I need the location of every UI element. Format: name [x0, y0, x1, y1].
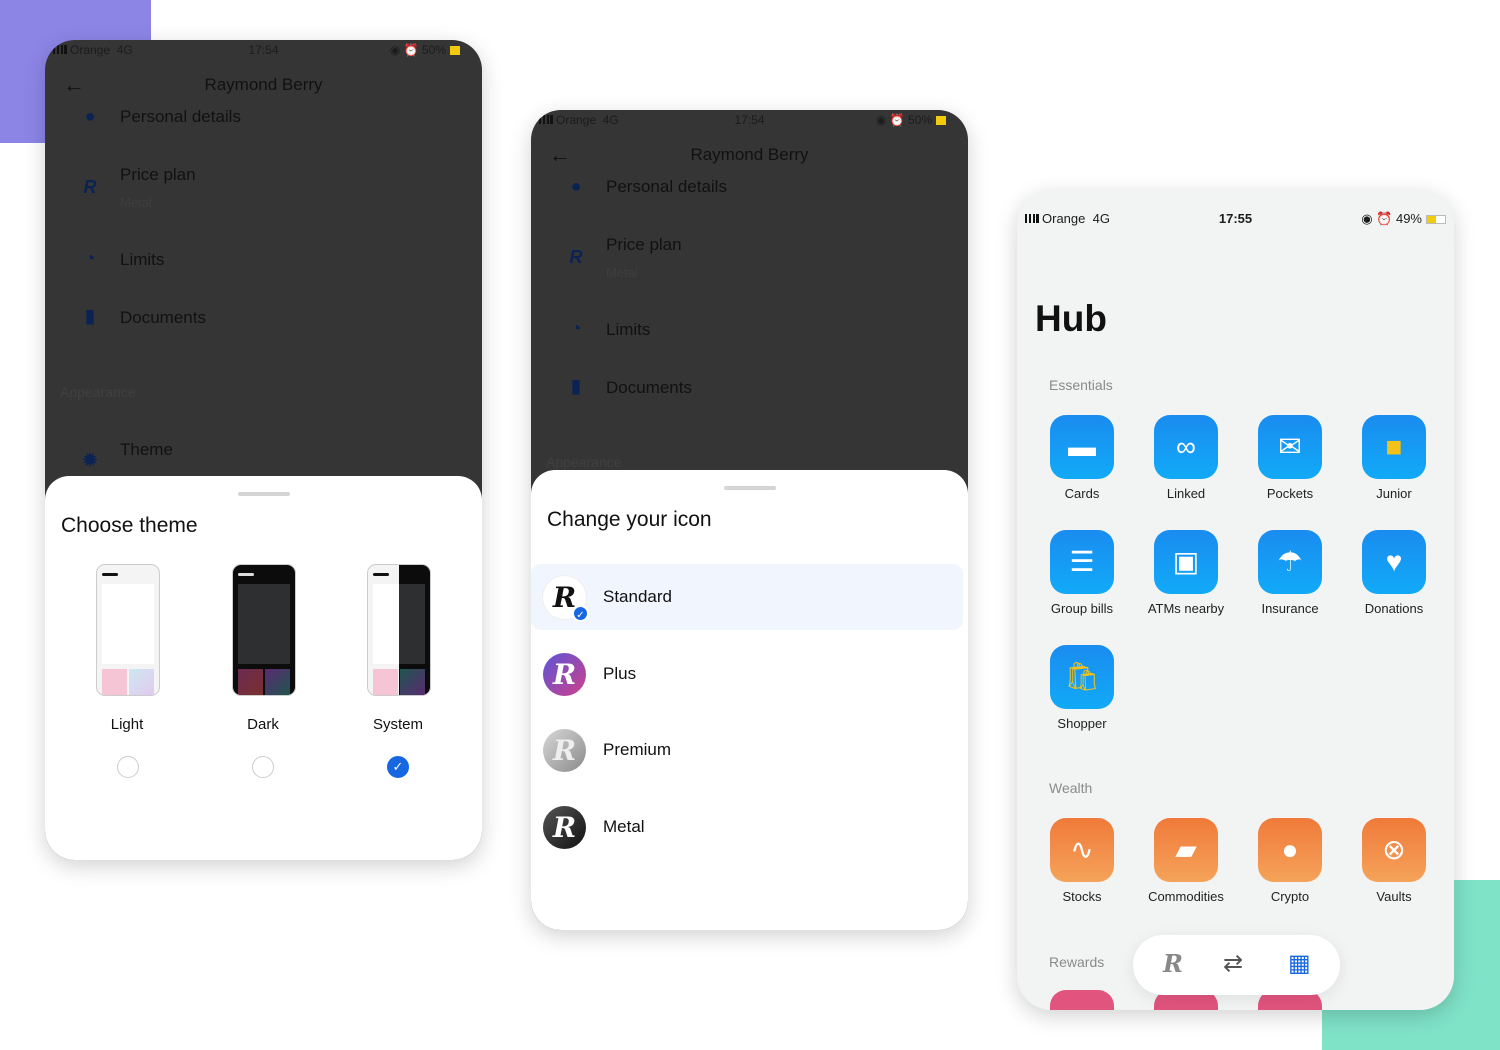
- hub-icon[interactable]: ▦: [1288, 949, 1311, 978]
- icon-screen: Orange 4G 17:54 ◉ ⏰ 50% ← Raymond Berry …: [531, 110, 968, 930]
- receipt-icon: ☰: [1050, 530, 1114, 594]
- revolut-r-icon: R: [569, 247, 583, 267]
- theme-screen: Orange 4G 17:54 ◉ ⏰ 50% ← Raymond Berry …: [45, 40, 482, 860]
- row-personal-details[interactable]: Personal details: [606, 177, 727, 197]
- row-price-plan[interactable]: Price plan: [606, 235, 682, 255]
- stocks-chart-icon: ∿: [1050, 818, 1114, 882]
- premium-r-icon: R: [543, 729, 586, 772]
- status-bar: Orange 4G 17:55 ◉ ⏰ 49%: [1017, 211, 1454, 227]
- cards-icon: ▬: [1050, 415, 1114, 479]
- atm-icon: ▣: [1154, 530, 1218, 594]
- selected-check-icon: ✓: [572, 605, 589, 622]
- shopping-bag-icon: 🛍: [1050, 645, 1114, 709]
- price-plan-value: Metal: [606, 265, 638, 280]
- speedometer-icon: ◔: [84, 248, 96, 268]
- price-plan-value: Metal: [120, 195, 152, 210]
- icon-option-standard[interactable]: R ✓ Standard: [531, 564, 963, 630]
- icon-option-premium[interactable]: R Premium: [531, 717, 963, 783]
- option-label: Metal: [603, 817, 645, 836]
- row-theme[interactable]: Theme: [120, 440, 173, 460]
- revolut-r-icon: R: [83, 177, 97, 197]
- person-icon: ●: [570, 176, 582, 196]
- theme-preview-system[interactable]: [367, 564, 431, 696]
- home-icon[interactable]: R: [1163, 949, 1183, 978]
- option-label: Premium: [603, 740, 672, 759]
- person-icon: ●: [84, 106, 96, 126]
- plus-r-icon: R: [543, 653, 586, 696]
- link-icon: ∞: [1154, 415, 1218, 479]
- vault-icon: ⊗: [1362, 818, 1426, 882]
- theme-preview-light[interactable]: [96, 564, 160, 696]
- battery-icon: [1426, 215, 1446, 225]
- section-rewards: Rewards: [1049, 954, 1105, 970]
- status-bar: Orange 4G 17:54 ◉ ⏰ 50%: [531, 113, 968, 129]
- icon-option-plus[interactable]: R Plus: [531, 641, 963, 707]
- theme-label-system: System: [372, 716, 423, 733]
- tile-label: Vaults: [1376, 889, 1412, 904]
- radio-system-checked[interactable]: ✓: [387, 756, 409, 778]
- sheet-title: Change your icon: [547, 508, 712, 531]
- row-limits[interactable]: Limits: [606, 320, 650, 340]
- document-icon: ▮: [85, 306, 95, 326]
- page-title: Raymond Berry: [690, 145, 809, 164]
- battery-icon: [450, 46, 460, 56]
- tile-donations[interactable]: ♥ Donations: [1329, 530, 1454, 616]
- section-essentials: Essentials: [1049, 377, 1113, 393]
- pocket-icon: ✉: [1258, 415, 1322, 479]
- tile-junior[interactable]: ■ Junior: [1329, 415, 1454, 501]
- page-title: Raymond Berry: [204, 75, 323, 94]
- battery-level: 49%: [1395, 211, 1422, 226]
- row-price-plan[interactable]: Price plan: [120, 165, 196, 185]
- heart-icon: ♥: [1362, 530, 1426, 594]
- battery-icon: [936, 116, 946, 126]
- sun-icon: ✹: [82, 450, 98, 470]
- option-label: Plus: [603, 664, 637, 683]
- page-title: Hub: [1035, 298, 1107, 339]
- sheet-handle[interactable]: [723, 486, 776, 490]
- umbrella-icon: ☂: [1258, 530, 1322, 594]
- choose-theme-sheet: Choose theme Light Dark System ✓: [45, 476, 482, 860]
- tile-label: Shopper: [1057, 716, 1107, 731]
- change-icon-sheet: Change your icon R ✓ Standard R Plus R P…: [531, 470, 968, 930]
- speedometer-icon: ◔: [570, 318, 582, 338]
- status-bar: Orange 4G 17:54 ◉ ⏰ 50%: [45, 43, 482, 59]
- backpack-icon: ■: [1362, 415, 1426, 479]
- radio-dark[interactable]: [252, 756, 274, 778]
- theme-preview-dark[interactable]: [232, 564, 296, 696]
- metal-r-icon: R: [543, 806, 586, 849]
- tile-label: Junior: [1376, 486, 1412, 501]
- battery-level: 50%: [421, 43, 446, 57]
- battery-level: 50%: [907, 113, 932, 127]
- hub-screen: Orange 4G 17:55 ◉ ⏰ 49% Hub Essentials ▬…: [1017, 190, 1454, 1010]
- transfer-icon[interactable]: ⇄: [1223, 949, 1243, 978]
- row-personal-details[interactable]: Personal details: [120, 107, 241, 127]
- section-wealth: Wealth: [1049, 780, 1093, 796]
- section-appearance: Appearance: [546, 454, 622, 470]
- bottom-nav: R ⇄ ▦: [1133, 935, 1340, 995]
- document-icon: ▮: [571, 376, 581, 396]
- gold-bars-icon: ▰: [1154, 818, 1218, 882]
- row-limits[interactable]: Limits: [120, 250, 164, 270]
- tile-vaults[interactable]: ⊗ Vaults: [1329, 818, 1454, 904]
- sheet-title: Choose theme: [61, 514, 198, 537]
- section-appearance: Appearance: [60, 384, 136, 400]
- icon-option-metal[interactable]: R Metal: [531, 794, 963, 860]
- row-documents[interactable]: Documents: [606, 378, 692, 398]
- tile-label: Donations: [1364, 601, 1424, 616]
- tile-shopper[interactable]: 🛍 Shopper: [1017, 645, 1147, 731]
- radio-light[interactable]: [117, 756, 139, 778]
- coins-icon: ●: [1258, 818, 1322, 882]
- sheet-handle[interactable]: [237, 492, 290, 496]
- row-documents[interactable]: Documents: [120, 308, 206, 328]
- theme-label-light: Light: [110, 716, 144, 733]
- option-label: Standard: [603, 587, 672, 606]
- theme-label-dark: Dark: [247, 716, 279, 733]
